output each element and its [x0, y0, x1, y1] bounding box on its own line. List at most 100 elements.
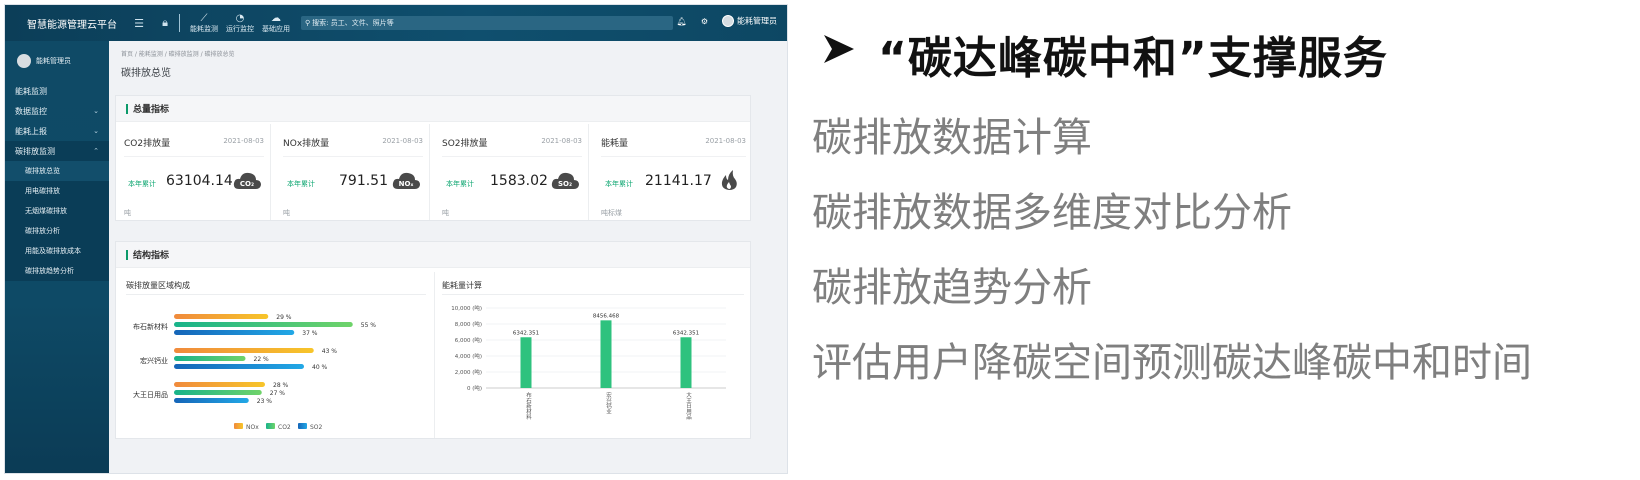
bar-so2 — [174, 330, 295, 335]
slide-bullet-3: 碳排放趋势分析 — [812, 265, 1092, 311]
bar-so2 — [174, 398, 249, 403]
metric-name: NOx排放量 — [283, 139, 330, 149]
y-tick-label: 4,000 (吨) — [455, 352, 482, 360]
sidebar-item-carbon-monitor[interactable]: 碳排放监测 ⌃ — [5, 141, 109, 161]
sidebar-item-energy-monitor[interactable]: 能耗监测 — [5, 81, 109, 101]
right-chart-divider — [442, 294, 744, 295]
nav-basic-apps[interactable]: ☁ 基础应用 — [258, 13, 294, 34]
slide-title: “碳达峰碳中和”支撑服务 — [878, 33, 1388, 84]
lock-icon[interactable]: 🔒︎ — [157, 16, 173, 30]
chevron-down-icon: ⌄ — [93, 107, 99, 115]
metric-date: 2021-08-03 — [382, 137, 423, 145]
metric-divider — [442, 156, 582, 157]
nox-cloud-label: NOₓ — [399, 180, 414, 188]
nox-cloud-icon: NOₓ — [392, 172, 420, 189]
metric-tag: 本年累计 — [128, 180, 156, 188]
section-marker — [126, 249, 128, 260]
metric-card-co2: CO2排放量 2021-08-03 本年累计 63104.14 CO₂ 吨 — [116, 124, 271, 220]
bar-co2 — [174, 322, 353, 327]
metric-unit: 吨 — [283, 209, 290, 217]
user-menu[interactable]: 能耗管理员 — [722, 15, 777, 27]
data-label: 37 % — [302, 330, 318, 337]
sidebar-subitem-carbon-overview[interactable]: 碳排放总览 — [5, 161, 109, 181]
bar — [600, 320, 612, 388]
sidebar-subitem-electric-carbon[interactable]: 用电碳排放 — [5, 181, 109, 201]
search-input[interactable]: ⚲ 搜索: 员工、文件、照片等 — [301, 16, 673, 30]
metric-value: 791.51 — [339, 173, 388, 189]
sidebar-subitem-coal-carbon[interactable]: 无烟煤碳排放 — [5, 201, 109, 221]
legend-label: NOx — [246, 424, 259, 431]
sidebar-item-data-monitor[interactable]: 数据监控 ⌄ — [5, 101, 109, 121]
sidebar-subitem-carbon-analysis[interactable]: 碳排放分析 — [5, 221, 109, 241]
totals-panel: 总量指标 CO2排放量 2021-08-03 本年累计 63104.14 CO₂… — [115, 95, 751, 221]
line-chart-icon: ⟋ — [200, 12, 208, 24]
avatar — [722, 15, 734, 27]
metric-card-so2: SO2排放量 2021-08-03 本年累计 1583.02 SO₂ 吨 — [434, 124, 589, 220]
data-label: 29 % — [276, 314, 292, 321]
nav-energy-monitor[interactable]: ⟋ 能耗监测 — [186, 13, 222, 34]
sidebar-item-energy-report[interactable]: 能耗上报 ⌄ — [5, 121, 109, 141]
x-tick-label: 布石新材料 — [525, 391, 532, 421]
structure-panel-header: 结构指标 — [116, 242, 750, 268]
pie-chart-icon: ◔ — [235, 12, 245, 24]
app-title: 智慧能源管理云平台 — [27, 19, 117, 31]
data-label: 43 % — [322, 348, 338, 355]
category-label: 宏兴钙业 — [140, 356, 168, 365]
bar-co2 — [174, 356, 246, 361]
bar — [520, 337, 532, 388]
slide-bullet-1: 碳排放数据计算 — [812, 115, 1092, 161]
metric-tag: 本年累计 — [446, 180, 474, 188]
metric-name: CO2排放量 — [124, 139, 171, 149]
x-tick-label: 大王日用品 — [685, 391, 692, 421]
right-chart-title: 能耗量计算 — [442, 281, 482, 290]
nav-operation-monitor[interactable]: ◔ 运行监控 — [222, 13, 258, 34]
so2-cloud-icon: SO₂ — [551, 172, 579, 189]
sidebar-subitem-carbon-cost[interactable]: 用能及碳排放成本 — [5, 241, 109, 261]
slide-bullet-2: 碳排放数据多维度对比分析 — [812, 190, 1292, 236]
section-marker — [126, 103, 128, 114]
data-label: 6342.351 — [513, 330, 539, 336]
legend-swatch-nox — [234, 423, 243, 429]
metric-date: 2021-08-03 — [705, 137, 746, 145]
app-window: 智慧能源管理云平台 ☰ 🔒︎ ⟋ 能耗监测 ◔ 运行监控 ☁ 基础应用 ⚲ 搜索… — [4, 4, 788, 474]
totals-panel-header: 总量指标 — [116, 96, 750, 122]
bar-co2 — [174, 390, 262, 395]
region-composition-chart: 布石新材料 29 % 55 % 37 % 宏兴钙业 43 % 22 % 40 % 大王日用品 28… — [133, 314, 377, 431]
y-tick-label: 0 (吨) — [467, 384, 482, 392]
legend-swatch-co2 — [266, 423, 275, 429]
sidebar-subitem-carbon-trend[interactable]: 碳排放趋势分析 — [5, 261, 109, 281]
y-tick-label: 6,000 (吨) — [455, 336, 482, 344]
chevron-down-icon: ⌄ — [93, 127, 99, 135]
metric-tag: 本年累计 — [605, 180, 633, 188]
metric-date: 2021-08-03 — [541, 137, 582, 145]
legend-label: CO2 — [278, 424, 291, 431]
metric-value: 1583.02 — [490, 173, 548, 189]
data-label: 55 % — [361, 322, 377, 329]
metric-name: 能耗量 — [601, 139, 629, 149]
search-icon: ⚲ — [305, 19, 311, 27]
metric-divider — [601, 156, 746, 157]
data-label: 27 % — [270, 390, 286, 397]
breadcrumb: 首页 / 能耗监测 / 碳排放监测 / 碳排放总览 — [121, 51, 235, 58]
bar — [680, 337, 692, 388]
sidebar: 能耗管理员 能耗监测 数据监控 ⌄ 能耗上报 ⌄ 碳排放监测 ⌃ 碳排放总览 用电碳排… — [5, 41, 109, 473]
gear-icon[interactable]: ⚙ — [701, 17, 708, 26]
metric-unit: 吨 — [124, 209, 131, 217]
main-content: 首页 / 能耗监测 / 碳排放监测 / 碳排放总览 碳排放总览 总量指标 CO2… — [109, 41, 787, 473]
data-label: 6342.351 — [673, 330, 699, 336]
legend-label: SO2 — [310, 424, 323, 431]
so2-cloud-label: SO₂ — [558, 180, 572, 188]
cloud-icon: ☁ — [271, 12, 281, 24]
sidebar-user[interactable]: 能耗管理员 — [5, 41, 109, 81]
slide-bullet-4: 评估用户降碳空间预测碳达峰碳中和时间 — [812, 340, 1532, 386]
menu-icon[interactable]: ☰ — [131, 17, 147, 30]
header-divider — [179, 14, 180, 32]
flame-icon — [721, 170, 737, 190]
bell-icon[interactable]: 🔔︎ — [677, 17, 687, 26]
data-label: 23 % — [257, 398, 273, 405]
bar-nox — [174, 382, 265, 387]
category-label: 大王日用品 — [133, 390, 168, 399]
avatar — [17, 54, 31, 68]
metric-divider — [124, 156, 264, 157]
arrow-bullet-icon — [824, 35, 854, 63]
